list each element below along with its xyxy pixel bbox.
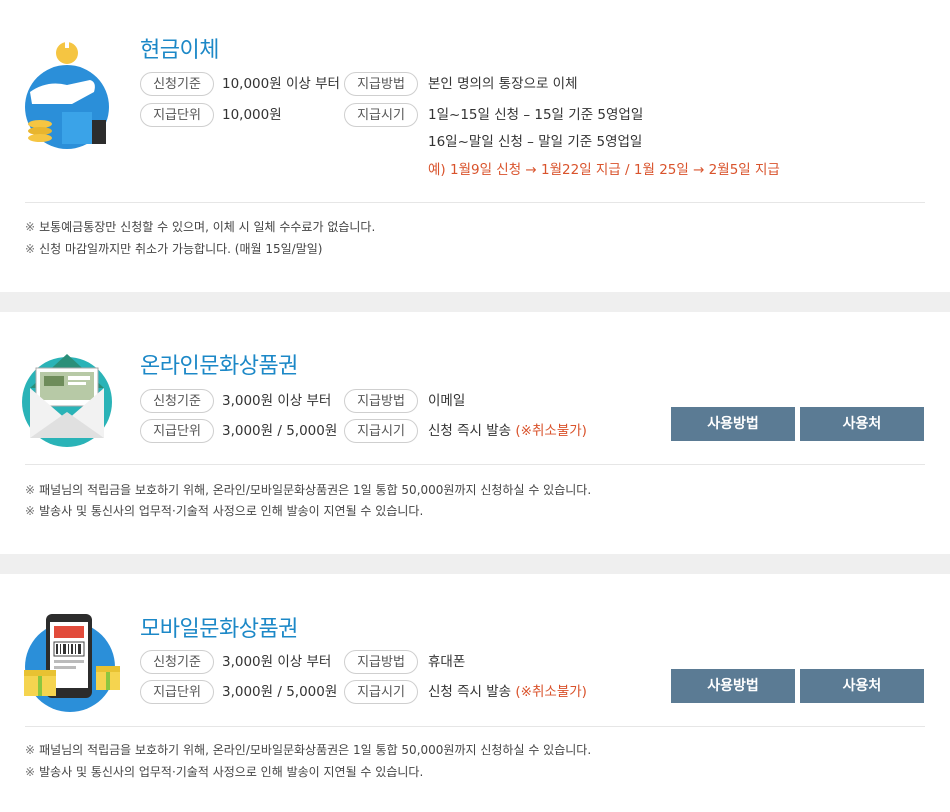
mobile-voucher-icon <box>22 612 120 717</box>
note-mark: ※ <box>25 504 36 518</box>
method-value: 휴대폰 <box>428 654 466 670</box>
criteria-value: 3,000원 이상 부터 <box>222 654 332 670</box>
note-text: 발송사 및 통신사의 업무적·기술적 사정으로 인해 발송이 지연될 수 있습니… <box>39 504 424 518</box>
howto-button[interactable]: 사용방법 <box>671 669 795 703</box>
note-text: 보통예금통장만 신청할 수 있으며, 이체 시 일체 수수료가 없습니다. <box>39 220 376 234</box>
criteria-value: 3,000원 이상 부터 <box>222 393 332 409</box>
email-voucher-icon <box>22 350 112 450</box>
method-value: 본인 명의의 통장으로 이체 <box>428 76 578 92</box>
timing-text: 신청 즉시 발송 <box>428 684 512 700</box>
note-mark: ※ <box>25 242 36 256</box>
note-mark: ※ <box>25 220 36 234</box>
unit-value: 3,000원 / 5,000원 <box>222 684 338 700</box>
label-criteria: 신청기준 <box>140 389 214 413</box>
mobile-voucher-section: 모바일문화상품권 신청기준 3,000원 이상 부터 지급방법 휴대폰 지급단위… <box>0 574 950 812</box>
label-criteria: 신청기준 <box>140 72 214 96</box>
note-text: 발송사 및 통신사의 업무적·기술적 사정으로 인해 발송이 지연될 수 있습니… <box>39 765 424 779</box>
timing-line-1: 1일~15일 신청 – 15일 기준 5영업일 <box>428 107 644 123</box>
label-criteria: 신청기준 <box>140 650 214 674</box>
note-mark: ※ <box>25 743 36 757</box>
section-divider <box>25 464 925 465</box>
label-timing: 지급시기 <box>344 680 418 704</box>
label-method: 지급방법 <box>344 650 418 674</box>
label-timing: 지급시기 <box>344 419 418 443</box>
note-line: ※ 발송사 및 통신사의 업무적·기술적 사정으로 인해 발송이 지연될 수 있습… <box>25 503 423 519</box>
section-title: 온라인문화상품권 <box>140 354 298 379</box>
where-to-use-button[interactable]: 사용처 <box>800 669 924 703</box>
label-unit: 지급단위 <box>140 419 214 443</box>
method-value: 이메일 <box>428 393 466 409</box>
no-cancel-note: (※취소불가) <box>515 423 587 439</box>
note-line: ※ 패널님의 적립금을 보호하기 위해, 온라인/모바일문화상품권은 1일 통합 … <box>25 482 591 498</box>
timing-value: 신청 즉시 발송 (※취소불가) <box>428 419 587 443</box>
section-title: 모바일문화상품권 <box>140 617 298 642</box>
section-gap <box>0 554 950 574</box>
section-divider <box>25 726 925 727</box>
note-text: 패널님의 적립금을 보호하기 위해, 온라인/모바일문화상품권은 1일 통합 5… <box>39 483 592 497</box>
timing-value: 신청 즉시 발송 (※취소불가) <box>428 680 587 704</box>
label-unit: 지급단위 <box>140 103 214 127</box>
note-text: 신청 마감일까지만 취소가 가능합니다. (매월 15일/말일) <box>39 242 323 256</box>
cash-transfer-icon <box>22 40 112 155</box>
note-text: 패널님의 적립금을 보호하기 위해, 온라인/모바일문화상품권은 1일 통합 5… <box>39 743 592 757</box>
note-mark: ※ <box>25 765 36 779</box>
unit-value: 10,000원 <box>222 107 282 123</box>
label-method: 지급방법 <box>344 389 418 413</box>
timing-example: 예) 1월9일 신청 → 1월22일 지급 / 1월 25일 → 2월5일 지급 <box>428 162 780 178</box>
cash-transfer-section: 현금이체 신청기준 10,000원 이상 부터 지급방법 본인 명의의 통장으로… <box>0 0 950 292</box>
note-mark: ※ <box>25 483 36 497</box>
note-line: ※ 패널님의 적립금을 보호하기 위해, 온라인/모바일문화상품권은 1일 통합 … <box>25 742 591 758</box>
section-divider <box>25 202 925 203</box>
timing-line-2: 16일~말일 신청 – 말일 기준 5영업일 <box>428 134 643 150</box>
label-unit: 지급단위 <box>140 680 214 704</box>
section-title: 현금이체 <box>140 38 219 63</box>
howto-button[interactable]: 사용방법 <box>671 407 795 441</box>
timing-text: 신청 즉시 발송 <box>428 423 512 439</box>
section-gap <box>0 292 950 312</box>
criteria-value: 10,000원 이상 부터 <box>222 76 340 92</box>
unit-value: 3,000원 / 5,000원 <box>222 423 338 439</box>
online-voucher-section: 온라인문화상품권 신청기준 3,000원 이상 부터 지급방법 이메일 지급단위… <box>0 312 950 554</box>
no-cancel-note: (※취소불가) <box>515 684 587 700</box>
note-line: ※ 신청 마감일까지만 취소가 가능합니다. (매월 15일/말일) <box>25 241 322 257</box>
where-to-use-button[interactable]: 사용처 <box>800 407 924 441</box>
note-line: ※ 보통예금통장만 신청할 수 있으며, 이체 시 일체 수수료가 없습니다. <box>25 219 375 235</box>
label-method: 지급방법 <box>344 72 418 96</box>
note-line: ※ 발송사 및 통신사의 업무적·기술적 사정으로 인해 발송이 지연될 수 있습… <box>25 764 423 780</box>
label-timing: 지급시기 <box>344 103 418 127</box>
